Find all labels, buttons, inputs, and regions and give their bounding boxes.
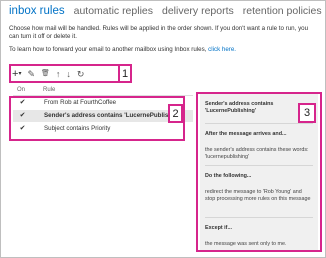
info-line-1: Choose how mail will be handled. Rules w… [9,25,309,40]
column-header-rule: Rule [43,87,56,93]
tab-inbox-rules[interactable]: inbox rules [9,5,65,17]
tab-retention-policies[interactable]: retention policies [243,5,322,17]
callout-2-label: 2 [168,104,183,123]
tab-delivery-reports[interactable]: delivery reports [162,5,234,17]
info-text: Choose how mail will be handled. Rules w… [9,25,319,54]
info-line-2-text: To learn how to forward your email to an… [9,46,207,54]
tab-automatic-replies[interactable]: automatic replies [74,5,153,17]
forward-help-link[interactable]: click here. [208,46,236,53]
callout-1-label: 1 [118,64,132,83]
callout-3-label: 3 [298,103,316,123]
callout-list-box [9,96,185,141]
column-header-on: On [17,87,26,93]
info-line-2: To learn how to forward your email to an… [9,46,319,54]
tab-bar: inbox rules automatic replies delivery r… [9,5,326,21]
rules-list-header: On Rule [13,86,193,96]
callout-toolbar-box [9,64,120,83]
